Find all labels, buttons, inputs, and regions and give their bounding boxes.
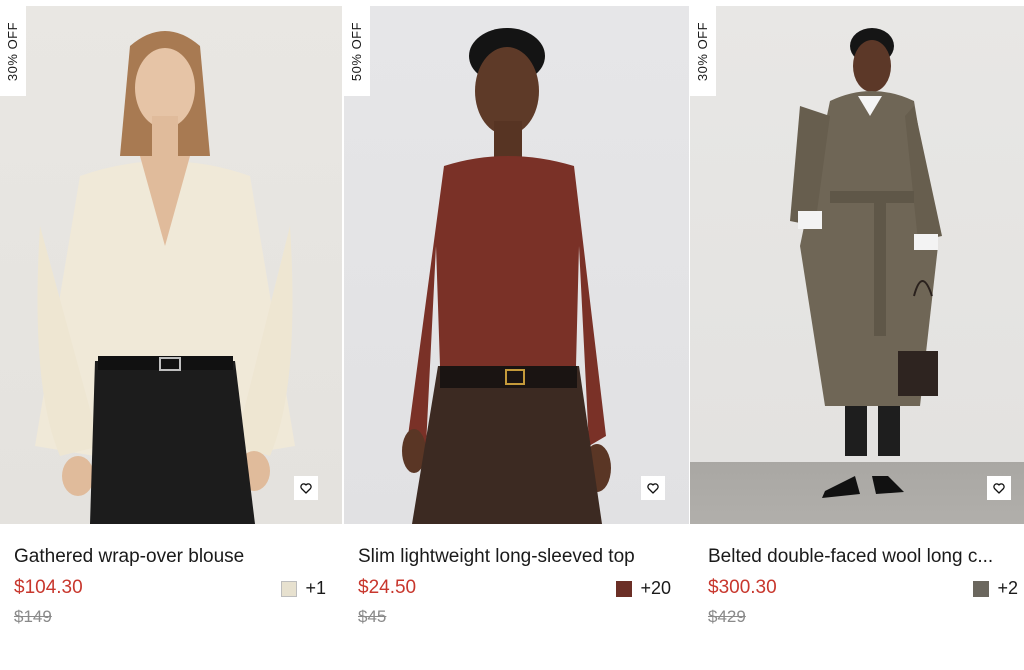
more-colors-count[interactable]: +20 bbox=[640, 578, 671, 599]
product-image[interactable] bbox=[0, 6, 342, 524]
color-swatches[interactable]: +1 bbox=[281, 578, 326, 599]
color-swatch[interactable] bbox=[281, 580, 298, 597]
product-card[interactable]: 30% OFF Gathered wrap-over blouse $104.3… bbox=[0, 0, 342, 670]
sale-price: $24.50 bbox=[358, 577, 417, 598]
wishlist-button[interactable] bbox=[641, 476, 665, 500]
more-colors-count[interactable]: +2 bbox=[997, 578, 1018, 599]
wishlist-button[interactable] bbox=[294, 476, 318, 500]
original-price: $149 bbox=[14, 607, 52, 626]
model-illustration bbox=[790, 28, 942, 498]
color-swatch[interactable] bbox=[616, 580, 633, 597]
product-title[interactable]: Slim lightweight long-sleeved top bbox=[358, 546, 681, 568]
sale-price: $300.30 bbox=[708, 577, 777, 598]
product-image[interactable] bbox=[344, 6, 689, 524]
discount-badge: 50% OFF bbox=[344, 6, 370, 96]
product-card[interactable]: 50% OFF Slim lightweight long-sleeved to… bbox=[344, 0, 689, 670]
heart-outline-icon bbox=[993, 482, 1005, 494]
product-title[interactable]: Gathered wrap-over blouse bbox=[14, 546, 334, 568]
discount-badge-label: 30% OFF bbox=[5, 21, 21, 81]
heart-outline-icon bbox=[300, 482, 312, 494]
product-title[interactable]: Belted double-faced wool long c... bbox=[708, 546, 1016, 568]
sale-price: $104.30 bbox=[14, 577, 83, 598]
discount-badge-label: 50% OFF bbox=[349, 21, 365, 81]
more-colors-count[interactable]: +1 bbox=[305, 578, 326, 599]
model-illustration bbox=[402, 28, 611, 524]
discount-badge-label: 30% OFF bbox=[695, 21, 711, 81]
color-swatches[interactable]: +2 bbox=[973, 578, 1018, 599]
color-swatch[interactable] bbox=[973, 580, 990, 597]
wishlist-button[interactable] bbox=[987, 476, 1011, 500]
product-card[interactable]: 30% OFF Belted double-faced wool long c.… bbox=[690, 0, 1024, 670]
original-price: $429 bbox=[708, 607, 746, 626]
heart-outline-icon bbox=[647, 482, 659, 494]
product-image[interactable] bbox=[690, 6, 1024, 524]
discount-badge: 30% OFF bbox=[690, 6, 716, 96]
original-price: $45 bbox=[358, 607, 387, 626]
color-swatches[interactable]: +20 bbox=[616, 578, 671, 599]
discount-badge: 30% OFF bbox=[0, 6, 26, 96]
product-grid: 30% OFF Gathered wrap-over blouse $104.3… bbox=[0, 0, 1024, 670]
model-illustration bbox=[35, 31, 295, 524]
